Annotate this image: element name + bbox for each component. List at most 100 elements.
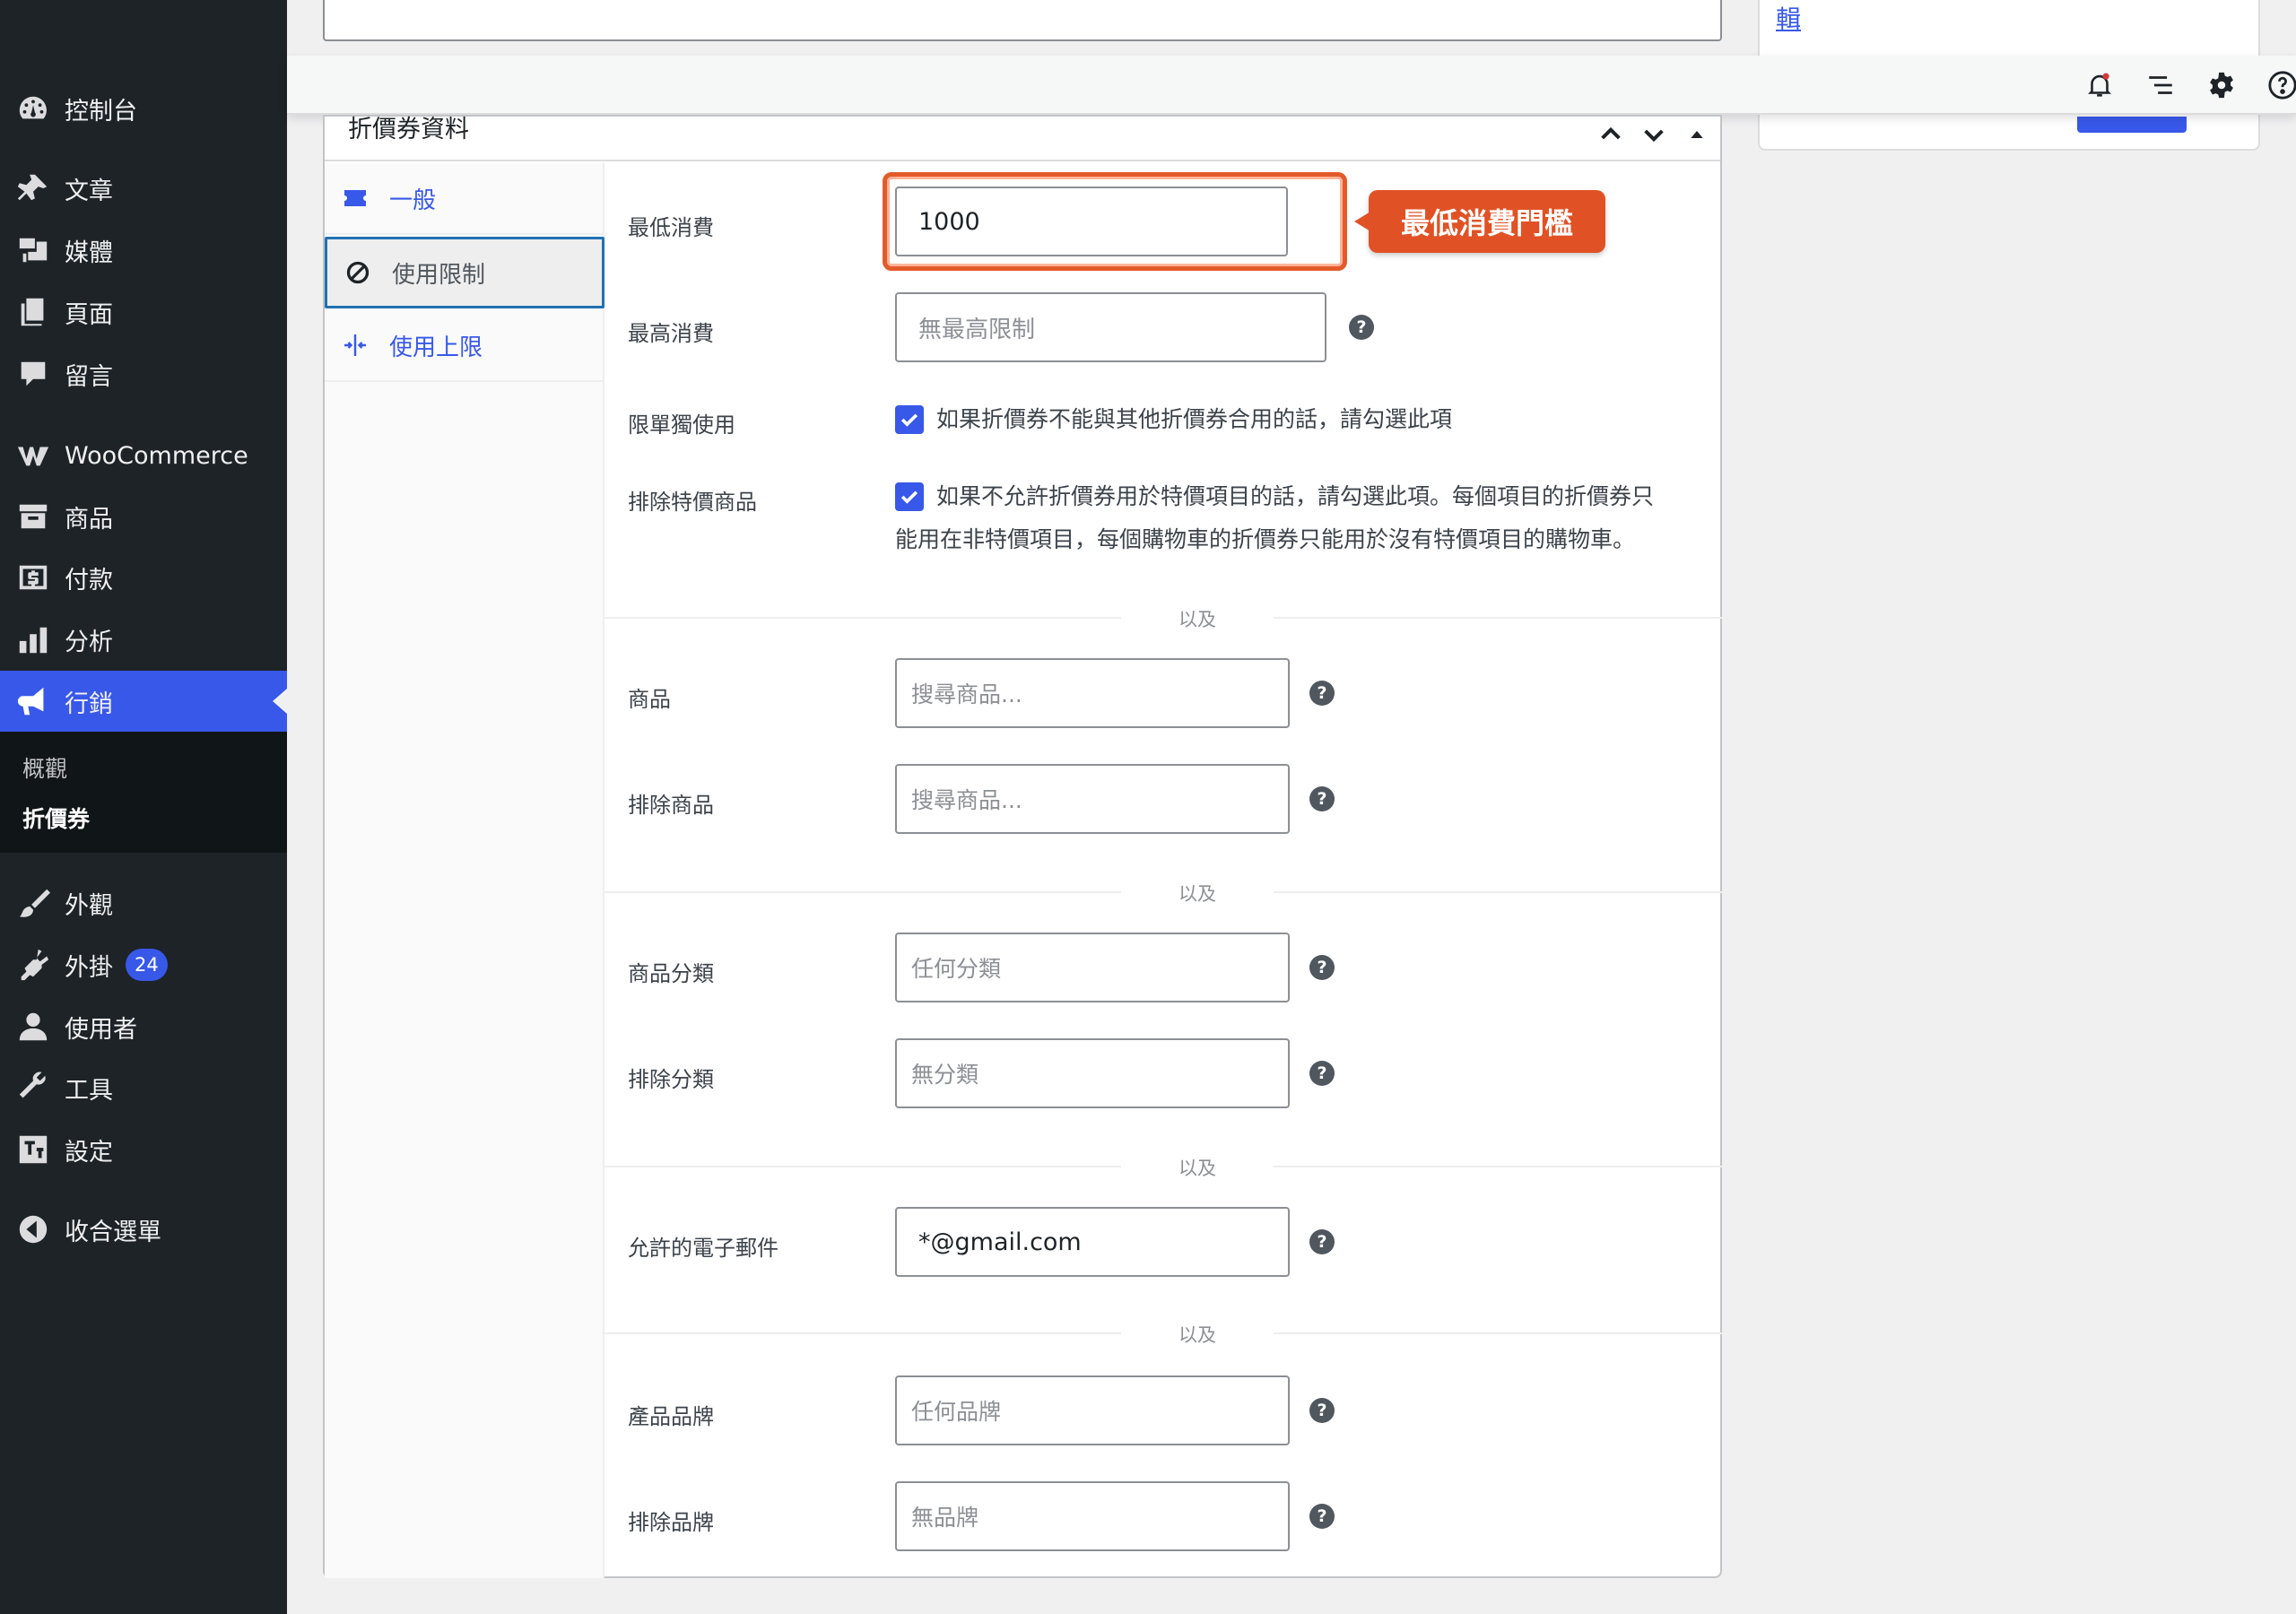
and-label: 以及 <box>1121 1154 1274 1181</box>
brands-input[interactable]: 任何品牌 <box>895 1375 1290 1445</box>
menu-label: 使用者 <box>65 1015 137 1044</box>
menu-tools[interactable]: 工具 <box>0 1057 287 1118</box>
update-count-badge: 24 <box>126 949 168 981</box>
chevron-down-icon[interactable] <box>1639 120 1672 152</box>
menu-woocommerce[interactable]: WooCommerce <box>0 425 287 486</box>
panel-header: 折價券資料 <box>325 117 1720 161</box>
help-tip-icon[interactable]: ? <box>1309 786 1335 811</box>
media-icon <box>14 231 52 269</box>
max-spend-label: 最高消費 <box>628 321 714 346</box>
categories-input[interactable]: 任何分類 <box>895 933 1290 1002</box>
min-spend-input[interactable]: 1000 <box>895 187 1288 256</box>
description-textarea[interactable] <box>323 0 1722 41</box>
menu-pages[interactable]: 頁面 <box>0 282 287 343</box>
menu-label: 商品 <box>65 505 113 534</box>
gear-icon[interactable] <box>2205 68 2239 102</box>
plugin-icon <box>14 946 52 984</box>
tab-label: 使用限制 <box>392 261 486 289</box>
and-label: 以及 <box>1121 1321 1274 1348</box>
exclude-sale-description-1: 如果不允許折價券用於特價項目的話，請勾選此項。每個項目的折價券只 <box>936 483 1655 509</box>
comment-icon <box>14 355 52 393</box>
help-tip-icon[interactable]: ? <box>1309 681 1335 706</box>
menu-label: WooCommerce <box>65 441 248 470</box>
woocommerce-icon <box>14 437 52 474</box>
publish-button[interactable] <box>2077 117 2187 133</box>
brush-icon <box>14 884 52 922</box>
edit-link[interactable]: 輯 <box>1776 0 1801 36</box>
menu-settings[interactable]: 設定 <box>0 1119 287 1180</box>
archive-icon <box>14 498 52 535</box>
menu-label: 設定 <box>65 1138 113 1167</box>
menu-media[interactable]: 媒體 <box>0 220 287 281</box>
min-spend-callout: 最低消費門檻 <box>1354 190 1605 253</box>
chevron-up-icon[interactable] <box>1596 120 1629 152</box>
max-spend-input[interactable]: 無最高限制 <box>895 292 1326 362</box>
individual-use-label: 限單獨使用 <box>628 412 735 438</box>
payment-icon <box>14 559 52 596</box>
submenu-overview[interactable]: 概觀 <box>22 751 67 784</box>
help-tip-icon[interactable]: ? <box>1309 1061 1335 1086</box>
exclude-brands-input[interactable]: 無品牌 <box>895 1481 1290 1551</box>
exclude-products-label: 排除商品 <box>628 793 714 818</box>
products-search-input[interactable]: 搜尋商品... <box>895 658 1290 728</box>
analytics-icon <box>14 620 52 658</box>
individual-use-description: 如果折價券不能與其他折價券合用的話，請勾選此項 <box>936 406 1453 432</box>
tab-label: 一般 <box>389 187 437 214</box>
menu-label: 行銷 <box>65 690 113 718</box>
menu-users[interactable]: 使用者 <box>0 996 287 1057</box>
individual-use-checkbox[interactable] <box>895 405 924 434</box>
panel-title: 折價券資料 <box>348 116 469 143</box>
collapse-triangle-icon[interactable] <box>1683 120 1715 152</box>
user-icon <box>14 1008 52 1046</box>
menu-analytics[interactable]: 分析 <box>0 609 287 670</box>
and-label: 以及 <box>1121 605 1274 632</box>
settings-icon <box>14 1131 52 1168</box>
limit-arrows-icon <box>339 329 371 361</box>
menu-appearance[interactable]: 外觀 <box>0 872 287 933</box>
tab-usage-restriction[interactable]: 使用限制 <box>325 237 604 308</box>
min-spend-label: 最低消費 <box>628 215 714 240</box>
bell-icon[interactable] <box>2083 68 2117 102</box>
allowed-emails-input[interactable]: *@gmail.com <box>895 1207 1290 1277</box>
help-tip-icon[interactable]: ? <box>1309 1229 1335 1254</box>
tab-usage-limits[interactable]: 使用上限 <box>325 310 604 382</box>
exclude-categories-input[interactable]: 無分類 <box>895 1038 1290 1108</box>
menu-label: 外觀 <box>65 891 113 920</box>
and-label: 以及 <box>1121 880 1274 907</box>
menu-label: 留言 <box>65 362 113 391</box>
collapse-icon <box>14 1210 52 1248</box>
coupon-data-panel: 折價券資料 一般 使用限制 使用上限 最低消費 1000 最低消費門檻 最高消費… <box>323 115 1722 1578</box>
submenu-coupons[interactable]: 折價券 <box>22 802 90 834</box>
menu-posts[interactable]: 文章 <box>0 158 287 219</box>
menu-label: 媒體 <box>65 239 113 267</box>
menu-label: 頁面 <box>65 300 113 329</box>
pages-icon <box>14 293 52 331</box>
marketing-submenu: 概觀 折價券 <box>0 732 287 853</box>
menu-payments[interactable]: 付款 <box>0 547 287 608</box>
brands-label: 產品品牌 <box>628 1404 714 1429</box>
megaphone-icon <box>14 682 52 720</box>
help-tip-icon[interactable]: ? <box>1349 315 1374 340</box>
admin-sidebar: 控制台 文章 媒體 頁面 留言 WooCommerce 商品 付款 分析 行銷 … <box>0 0 287 1614</box>
block-icon <box>342 256 374 289</box>
menu-plugins[interactable]: 外掛 24 <box>0 934 287 995</box>
exclude-brands-label: 排除品牌 <box>628 1510 714 1535</box>
help-tip-icon[interactable]: ? <box>1309 1504 1335 1529</box>
help-icon[interactable] <box>2266 68 2296 102</box>
coupon-tabs: 一般 使用限制 使用上限 <box>325 163 604 1578</box>
exclude-sale-label: 排除特價商品 <box>628 490 757 515</box>
menu-products[interactable]: 商品 <box>0 486 287 547</box>
exclude-products-search-input[interactable]: 搜尋商品... <box>895 764 1290 834</box>
menu-dashboard[interactable]: 控制台 <box>0 78 287 139</box>
menu-comments[interactable]: 留言 <box>0 343 287 404</box>
exclude-sale-description-2: 能用在非特價項目，每個購物車的折價券只能用於沒有特價項目的購物車。 <box>895 526 1636 552</box>
menu-marketing[interactable]: 行銷 <box>0 671 287 732</box>
allowed-emails-label: 允許的電子郵件 <box>628 1236 778 1261</box>
list-view-icon[interactable] <box>2144 68 2178 102</box>
help-tip-icon[interactable]: ? <box>1309 1398 1335 1423</box>
menu-label: 付款 <box>65 566 113 594</box>
exclude-sale-checkbox[interactable] <box>895 482 924 511</box>
tab-general[interactable]: 一般 <box>325 163 604 235</box>
help-tip-icon[interactable]: ? <box>1309 955 1335 980</box>
collapse-menu-button[interactable]: 收合選單 <box>0 1199 287 1260</box>
